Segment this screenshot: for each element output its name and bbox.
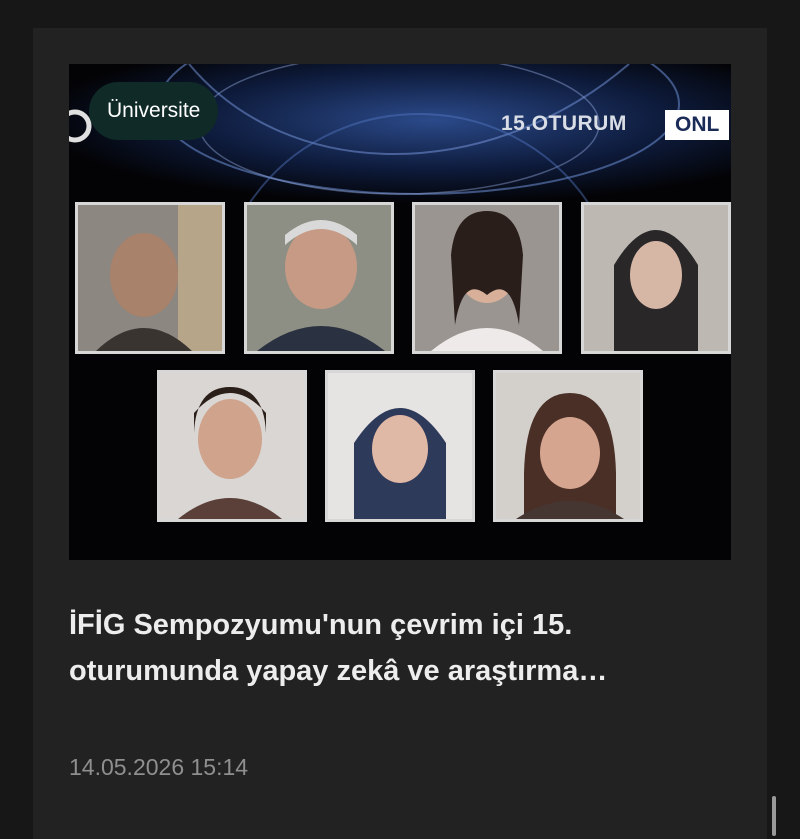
- participant-tile: [412, 202, 562, 354]
- article-image[interactable]: Üniversite 15.OTURUM ONL: [69, 64, 731, 560]
- news-card[interactable]: Üniversite 15.OTURUM ONL İFİG Sempozyumu…: [33, 28, 767, 839]
- category-badge[interactable]: Üniversite: [89, 82, 219, 140]
- participant-tile: [244, 202, 394, 354]
- article-title[interactable]: İFİG Sempozyumu'nun çevrim içi 15. oturu…: [69, 602, 709, 694]
- scrollbar[interactable]: [772, 796, 776, 836]
- session-label: 15.OTURUM: [501, 112, 627, 135]
- article-title-line: İFİG Sempozyumu'nun çevrim içi 15.: [69, 609, 573, 641]
- participant-tile: [157, 370, 307, 522]
- participant-tile: [493, 370, 643, 522]
- participant-tile: [75, 202, 225, 354]
- participant-tile: [325, 370, 475, 522]
- article-date: 14.05.2026 15:14: [69, 754, 249, 780]
- article-title-line: oturumunda yapay zekâ ve araştırma…: [69, 655, 608, 687]
- participant-tile: [581, 202, 731, 354]
- session-tag: ONL: [665, 110, 730, 140]
